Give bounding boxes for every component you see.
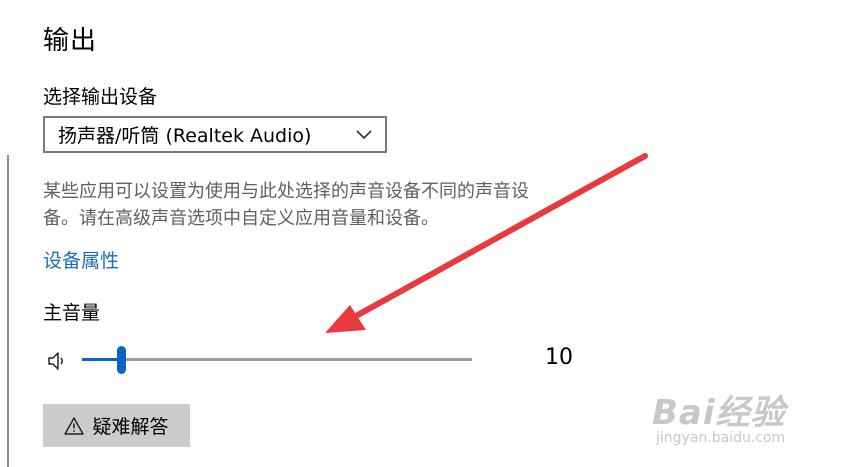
- master-volume-value: 10: [545, 345, 573, 370]
- output-device-label: 选择输出设备: [43, 86, 158, 108]
- watermark-url: jingyan.baidu.com: [656, 430, 786, 446]
- output-device-dropdown[interactable]: 扬声器/听筒 (Realtek Audio): [43, 116, 387, 153]
- device-properties-link[interactable]: 设备属性: [43, 246, 119, 273]
- chevron-down-icon: [356, 129, 372, 139]
- watermark: Bai经验 jingyan.baidu.com: [652, 385, 852, 465]
- speaker-icon[interactable]: [46, 350, 68, 372]
- description-line-2: 备。请在高级声音选项中自定义应用音量和设备。: [43, 208, 439, 229]
- output-device-selected-value: 扬声器/听筒 (Realtek Audio): [58, 125, 312, 147]
- watermark-logo: Bai经验: [652, 393, 786, 433]
- description-line-1: 某些应用可以设置为使用与此处选择的声音设备不同的声音设: [43, 181, 529, 202]
- slider-track: [82, 358, 472, 361]
- warning-icon: [64, 416, 85, 435]
- sound-output-panel: 输出 选择输出设备 扬声器/听筒 (Realtek Audio) 某些应用可以设…: [0, 0, 853, 467]
- slider-thumb[interactable]: [117, 346, 126, 374]
- master-volume-label: 主音量: [43, 302, 101, 324]
- scrollbar[interactable]: [7, 155, 9, 467]
- troubleshoot-button[interactable]: 疑难解答: [43, 404, 190, 447]
- slider-fill: [82, 358, 121, 361]
- master-volume-slider[interactable]: [82, 346, 472, 374]
- troubleshoot-label: 疑难解答: [92, 416, 169, 438]
- section-title: 输出: [43, 26, 98, 56]
- output-description: 某些应用可以设置为使用与此处选择的声音设备不同的声音设 备。请在高级声音选项中自…: [43, 178, 603, 232]
